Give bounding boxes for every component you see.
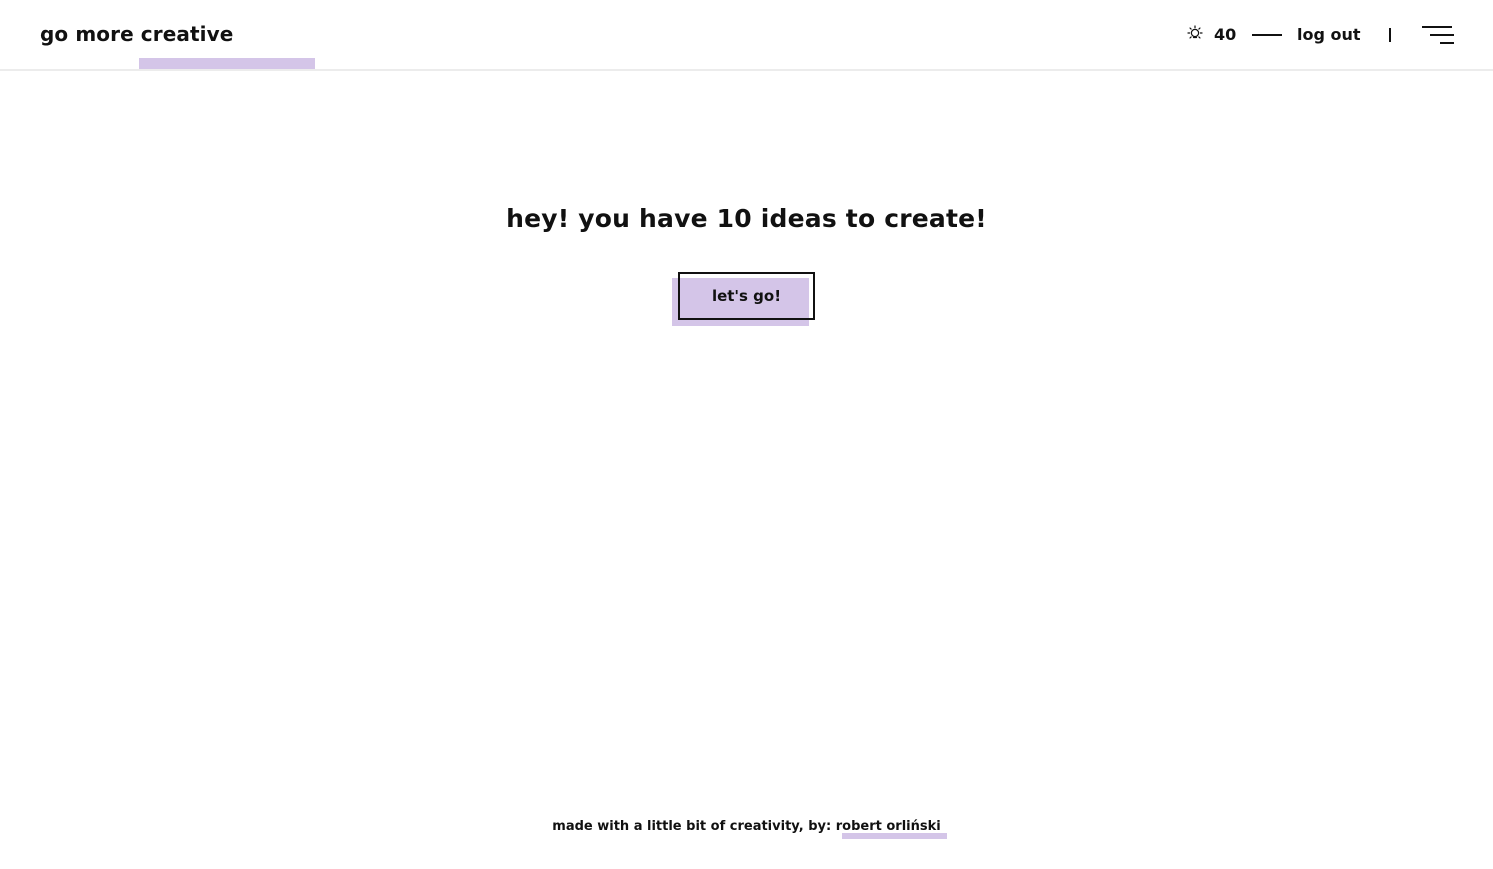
lightbulb-icon [1187,25,1203,39]
page-title: hey! you have 10 ideas to create! [506,204,987,233]
footer-credit-text: made with a little bit of creativity, by… [552,819,832,834]
footer: made with a little bit of creativity, by… [0,819,1493,839]
nav-vertical-divider [1389,28,1391,42]
logout-link[interactable]: log out [1297,25,1361,44]
logo-text: go more creative [40,22,234,46]
menu-line-top [1422,26,1452,28]
idea-points-count: 40 [1214,25,1237,44]
lets-go-button[interactable]: let's go! [678,272,815,320]
nav-dash-separator [1252,34,1282,36]
logo-link[interactable]: go more creative [40,22,315,69]
top-navbar: go more creative 40 log out [0,0,1493,71]
menu-line-bottom [1440,42,1454,44]
author-name: robert orliński [835,819,941,834]
cta-container: let's go! [672,272,815,326]
menu-line-middle [1430,34,1454,36]
hamburger-menu-icon[interactable] [1422,25,1454,45]
author-link[interactable]: robert orliński [835,819,947,839]
